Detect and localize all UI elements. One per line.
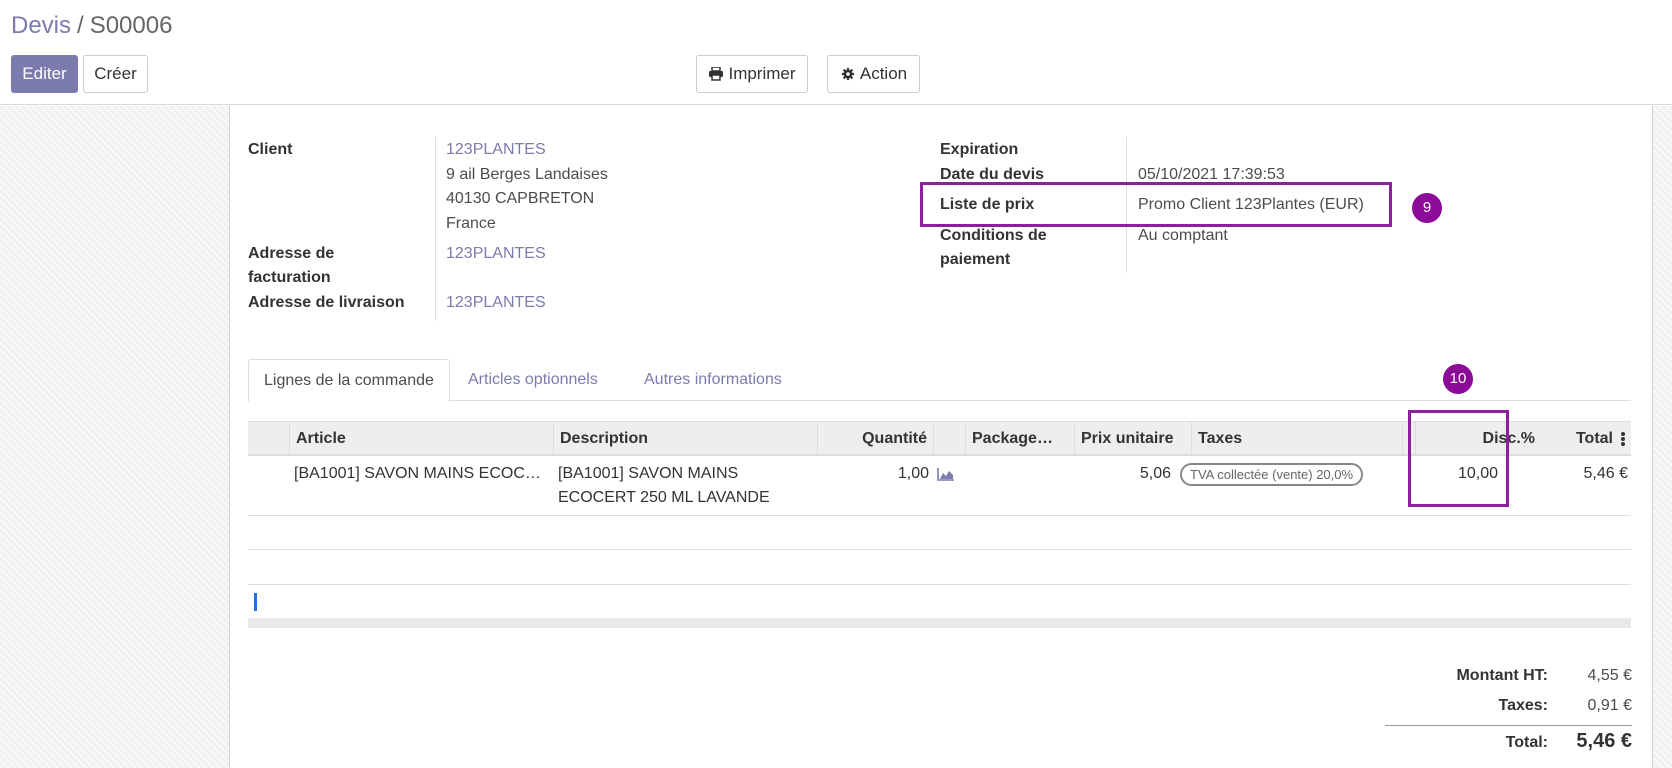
row-tax-badge[interactable]: TVA collectée (vente) 20,0% xyxy=(1180,463,1364,486)
row-total: 5,46 € xyxy=(1583,465,1628,482)
left-group-divider xyxy=(435,137,436,321)
table-footer-bar xyxy=(248,618,1631,628)
tab-other-info[interactable]: Autres informations xyxy=(629,359,797,401)
row-separator xyxy=(248,584,1631,585)
print-button[interactable]: Imprimer xyxy=(696,55,808,93)
row-quantity[interactable]: 1,00 xyxy=(820,462,929,486)
client-address-line3: France xyxy=(446,215,496,232)
breadcrumb-parent-link[interactable]: Devis xyxy=(11,12,71,39)
create-button[interactable]: Créer xyxy=(83,55,148,93)
breadcrumb: Devis / S00006 xyxy=(11,12,172,40)
action-button[interactable]: Action xyxy=(827,55,920,93)
invoice-address-label-line2: facturation xyxy=(248,269,331,286)
client-address-line2: 40130 CAPBRETON xyxy=(446,190,595,207)
discount-highlight-box xyxy=(1408,410,1509,507)
column-taxes[interactable]: Taxes xyxy=(1192,422,1403,455)
control-panel: Devis / S00006 Editer Créer Imprimer Actio… xyxy=(0,0,1672,105)
totals-divider xyxy=(1385,725,1632,726)
annotation-bubble-10: 10 xyxy=(1443,364,1473,394)
kebab-menu-icon[interactable] xyxy=(1620,431,1626,447)
pricelist-highlight-box xyxy=(920,182,1392,227)
client-address-line1: 9 ail Berges Landaises xyxy=(446,166,608,183)
column-packaging[interactable]: Package… xyxy=(966,422,1075,455)
column-handle xyxy=(248,422,290,455)
column-total-label: Total xyxy=(1575,430,1613,447)
delivery-address-link[interactable]: 123PLANTES xyxy=(446,291,546,315)
delivery-address-label: Adresse de livraison xyxy=(248,294,405,311)
untaxed-amount-label: Montant HT: xyxy=(1456,667,1548,684)
edit-button[interactable]: Editer xyxy=(11,55,78,93)
breadcrumb-separator: / xyxy=(77,12,84,39)
invoice-address-link[interactable]: 123PLANTES xyxy=(446,242,546,266)
tab-optional-products[interactable]: Articles optionnels xyxy=(453,359,613,401)
payment-terms-label-line2: paiement xyxy=(940,251,1011,268)
row-separator xyxy=(248,549,1631,550)
payment-terms-value[interactable]: Au comptant xyxy=(1138,224,1228,248)
action-button-label: Action xyxy=(859,64,908,83)
column-unit-price[interactable]: Prix unitaire xyxy=(1075,422,1192,455)
row-article[interactable]: [BA1001] SAVON MAINS ECOC… xyxy=(294,462,550,486)
client-label: Client xyxy=(248,141,293,158)
notebook-tabs: Lignes de la commande Articles optionnel… xyxy=(248,359,1631,402)
column-description[interactable]: Description xyxy=(554,422,818,455)
row-description-line2[interactable]: ECOCERT 250 ML LAVANDE xyxy=(558,486,770,510)
breadcrumb-current: S00006 xyxy=(89,12,173,39)
row-unit-price[interactable]: 5,06 xyxy=(1060,462,1171,486)
annotation-bubble-9: 9 xyxy=(1412,193,1442,223)
row-description-line1[interactable]: [BA1001] SAVON MAINS xyxy=(558,462,738,486)
print-button-label: Imprimer xyxy=(728,64,796,83)
row-separator xyxy=(248,515,1631,516)
client-link[interactable]: 123PLANTES xyxy=(446,138,546,162)
invoice-address-label-line1: Adresse de xyxy=(248,245,335,262)
taxes-value: 0,91 € xyxy=(1587,697,1632,714)
payment-terms-label-line1: Conditions de xyxy=(940,227,1047,244)
untaxed-amount-value: 4,55 € xyxy=(1587,667,1632,684)
expiration-label: Expiration xyxy=(940,141,1019,158)
column-forecast xyxy=(934,422,966,455)
tab-order-lines[interactable]: Lignes de la commande xyxy=(248,359,450,402)
area-chart-icon[interactable] xyxy=(937,467,955,481)
printer-icon xyxy=(709,67,724,81)
total-label: Total: xyxy=(1505,734,1548,751)
text-cursor xyxy=(254,593,257,611)
gear-icon xyxy=(841,67,854,81)
total-value: 5,46 € xyxy=(1576,730,1632,752)
column-article[interactable]: Article xyxy=(290,422,554,455)
column-quantity[interactable]: Quantité xyxy=(818,422,934,455)
taxes-label: Taxes: xyxy=(1498,697,1548,714)
